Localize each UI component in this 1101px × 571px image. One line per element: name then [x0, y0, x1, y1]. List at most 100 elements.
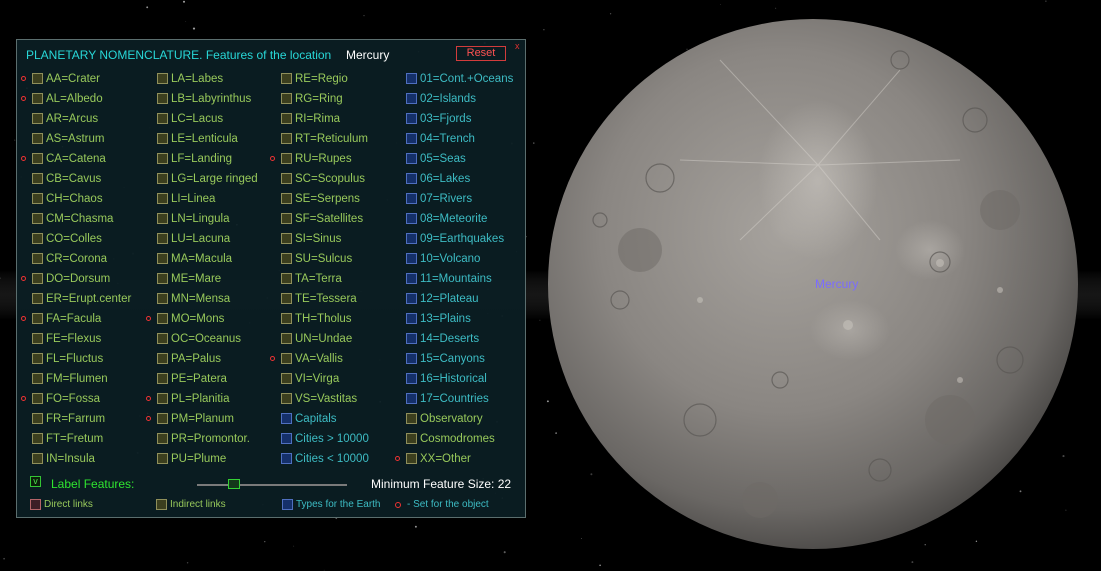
feature-checkbox[interactable]: [32, 173, 43, 184]
feature-checkbox[interactable]: [32, 73, 43, 84]
feature-checkbox[interactable]: [281, 93, 292, 104]
feature-checkbox[interactable]: [406, 353, 417, 364]
feature-checkbox[interactable]: [406, 453, 417, 464]
feature-checkbox[interactable]: [32, 333, 43, 344]
star: [775, 7, 777, 9]
feature-checkbox[interactable]: [281, 293, 292, 304]
feature-checkbox[interactable]: [406, 413, 417, 424]
close-icon[interactable]: x: [515, 41, 520, 51]
feature-checkbox[interactable]: [32, 113, 43, 124]
feature-checkbox[interactable]: [406, 213, 417, 224]
feature-checkbox[interactable]: [281, 213, 292, 224]
feature-checkbox[interactable]: [281, 453, 292, 464]
feature-label: PM=Planum: [171, 413, 234, 425]
feature-checkbox[interactable]: [406, 73, 417, 84]
feature-checkbox[interactable]: [157, 253, 168, 264]
feature-checkbox[interactable]: [281, 133, 292, 144]
feature-checkbox[interactable]: [32, 373, 43, 384]
feature-checkbox[interactable]: [281, 353, 292, 364]
feature-checkbox[interactable]: [157, 453, 168, 464]
feature-checkbox[interactable]: [406, 133, 417, 144]
feature-checkbox[interactable]: [157, 293, 168, 304]
feature-checkbox[interactable]: [406, 393, 417, 404]
feature-checkbox[interactable]: [32, 253, 43, 264]
feature-label: Cities > 10000: [295, 433, 369, 445]
star: [363, 15, 365, 17]
feature-checkbox[interactable]: [32, 233, 43, 244]
feature-checkbox[interactable]: [157, 113, 168, 124]
feature-checkbox[interactable]: [32, 93, 43, 104]
min-feature-size-slider-track[interactable]: [197, 484, 347, 486]
label-features-checkbox[interactable]: v: [30, 476, 41, 487]
feature-checkbox[interactable]: [32, 313, 43, 324]
feature-checkbox[interactable]: [281, 113, 292, 124]
feature-label: 12=Plateau: [420, 293, 479, 305]
feature-checkbox[interactable]: [157, 353, 168, 364]
indirect-links-swatch: [156, 499, 167, 510]
feature-checkbox[interactable]: [281, 173, 292, 184]
feature-checkbox[interactable]: [157, 333, 168, 344]
feature-checkbox[interactable]: [281, 273, 292, 284]
feature-checkbox[interactable]: [281, 373, 292, 384]
feature-checkbox[interactable]: [157, 393, 168, 404]
feature-checkbox[interactable]: [32, 273, 43, 284]
direct-links-swatch: [30, 499, 41, 510]
feature-checkbox[interactable]: [32, 213, 43, 224]
feature-label: 10=Volcano: [420, 253, 481, 265]
feature-checkbox[interactable]: [406, 153, 417, 164]
feature-checkbox[interactable]: [406, 293, 417, 304]
feature-checkbox[interactable]: [32, 353, 43, 364]
feature-checkbox[interactable]: [406, 193, 417, 204]
feature-checkbox[interactable]: [32, 413, 43, 424]
feature-checkbox[interactable]: [281, 313, 292, 324]
feature-checkbox[interactable]: [32, 433, 43, 444]
feature-checkbox[interactable]: [406, 253, 417, 264]
feature-checkbox[interactable]: [406, 113, 417, 124]
feature-checkbox[interactable]: [406, 373, 417, 384]
feature-checkbox[interactable]: [32, 453, 43, 464]
feature-checkbox[interactable]: [157, 273, 168, 284]
feature-label: 03=Fjords: [420, 113, 472, 125]
feature-label: 07=Rivers: [420, 193, 473, 205]
feature-checkbox[interactable]: [157, 93, 168, 104]
feature-checkbox[interactable]: [157, 373, 168, 384]
star: [590, 473, 593, 476]
feature-checkbox[interactable]: [32, 193, 43, 204]
feature-checkbox[interactable]: [281, 333, 292, 344]
feature-checkbox[interactable]: [32, 393, 43, 404]
feature-checkbox[interactable]: [157, 73, 168, 84]
feature-checkbox[interactable]: [406, 93, 417, 104]
feature-checkbox[interactable]: [406, 433, 417, 444]
feature-checkbox[interactable]: [157, 313, 168, 324]
feature-checkbox[interactable]: [157, 413, 168, 424]
feature-checkbox[interactable]: [157, 213, 168, 224]
reset-button[interactable]: Reset: [456, 46, 506, 61]
feature-checkbox[interactable]: [32, 153, 43, 164]
feature-checkbox[interactable]: [406, 273, 417, 284]
feature-checkbox[interactable]: [157, 193, 168, 204]
feature-label: CA=Catena: [46, 153, 106, 165]
feature-checkbox[interactable]: [32, 133, 43, 144]
feature-checkbox[interactable]: [281, 233, 292, 244]
feature-checkbox[interactable]: [281, 253, 292, 264]
feature-checkbox[interactable]: [406, 313, 417, 324]
feature-checkbox[interactable]: [281, 193, 292, 204]
feature-checkbox[interactable]: [406, 233, 417, 244]
feature-checkbox[interactable]: [406, 173, 417, 184]
feature-checkbox[interactable]: [157, 133, 168, 144]
feature-checkbox[interactable]: [157, 233, 168, 244]
feature-checkbox[interactable]: [157, 153, 168, 164]
feature-checkbox[interactable]: [157, 173, 168, 184]
feature-checkbox[interactable]: [32, 293, 43, 304]
min-feature-size-slider-thumb[interactable]: [228, 479, 240, 489]
feature-checkbox[interactable]: [281, 433, 292, 444]
feature-label: FT=Fretum: [46, 433, 104, 445]
feature-label: TE=Tessera: [295, 293, 357, 305]
feature-checkbox[interactable]: [281, 73, 292, 84]
feature-checkbox[interactable]: [406, 333, 417, 344]
feature-checkbox[interactable]: [281, 413, 292, 424]
feature-checkbox[interactable]: [157, 433, 168, 444]
feature-checkbox[interactable]: [281, 153, 292, 164]
feature-label: IN=Insula: [46, 453, 95, 465]
feature-checkbox[interactable]: [281, 393, 292, 404]
